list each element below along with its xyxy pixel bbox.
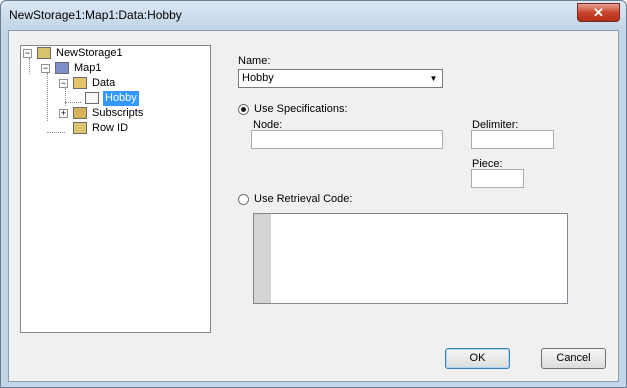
piece-field[interactable] bbox=[471, 169, 524, 188]
tree-item-label: Data bbox=[92, 77, 116, 89]
field-ab-icon bbox=[85, 92, 99, 104]
tree-item-label: NewStorage1 bbox=[56, 47, 123, 59]
map-icon bbox=[55, 62, 69, 74]
window-title: NewStorage1:Map1:Data:Hobby bbox=[9, 8, 182, 22]
tree-connector bbox=[47, 132, 65, 133]
subscripts-icon bbox=[73, 107, 87, 119]
chevron-down-icon[interactable]: ▼ bbox=[426, 71, 441, 86]
tree-item-label: Row ID bbox=[92, 122, 129, 134]
tree-connector bbox=[29, 58, 30, 74]
storage-tree[interactable]: − NewStorage1 − Map1 − Data Hobby + Subs… bbox=[20, 45, 211, 333]
tree-connector bbox=[47, 73, 48, 121]
code-gutter bbox=[254, 214, 271, 303]
retrieval-code-editor[interactable] bbox=[253, 213, 568, 304]
use-retrieval-code-label: Use Retrieval Code: bbox=[254, 193, 353, 205]
dialog-client-area: − NewStorage1 − Map1 − Data Hobby + Subs… bbox=[8, 30, 619, 382]
use-specifications-radio[interactable] bbox=[238, 104, 249, 115]
node-field[interactable] bbox=[251, 130, 443, 149]
tree-connector bbox=[65, 88, 66, 106]
radio-selected-dot bbox=[241, 107, 246, 112]
dialog-window: NewStorage1:Map1:Data:Hobby ✕ − NewStora… bbox=[0, 0, 627, 388]
ok-button[interactable]: OK bbox=[445, 348, 510, 369]
close-button[interactable]: ✕ bbox=[577, 3, 620, 22]
cancel-button[interactable]: Cancel bbox=[541, 348, 606, 369]
title-bar[interactable]: NewStorage1:Map1:Data:Hobby ✕ bbox=[1, 1, 626, 30]
tree-item-label: Subscripts bbox=[92, 107, 144, 119]
tree-item-label: Hobby bbox=[103, 91, 139, 106]
collapse-icon[interactable]: − bbox=[59, 79, 68, 88]
name-combobox[interactable]: Hobby ▼ bbox=[238, 69, 443, 88]
data-folder-icon bbox=[73, 77, 87, 89]
delimiter-field[interactable] bbox=[471, 130, 554, 149]
use-retrieval-code-radio[interactable] bbox=[238, 194, 249, 205]
name-value: Hobby bbox=[242, 72, 274, 84]
collapse-icon[interactable]: − bbox=[41, 64, 50, 73]
row-id-icon bbox=[73, 122, 87, 134]
collapse-icon[interactable]: − bbox=[23, 49, 32, 58]
close-icon: ✕ bbox=[593, 5, 604, 20]
tree-connector bbox=[65, 102, 81, 103]
storage-icon bbox=[37, 47, 51, 59]
name-label: Name: bbox=[238, 55, 271, 67]
expand-icon[interactable]: + bbox=[59, 109, 68, 118]
use-specifications-label: Use Specifications: bbox=[254, 103, 348, 115]
tree-item-label: Map1 bbox=[74, 62, 102, 74]
